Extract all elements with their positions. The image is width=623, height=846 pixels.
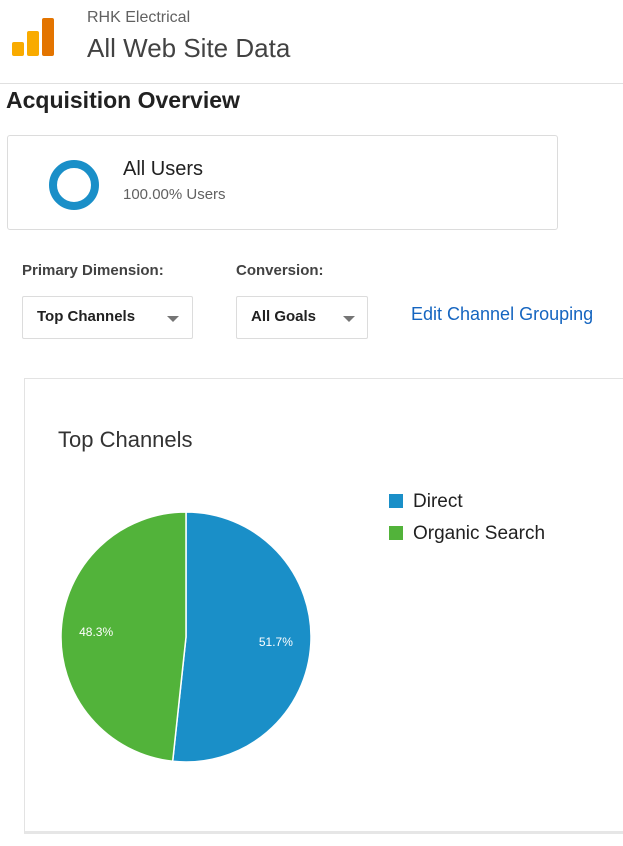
legend-swatch [389, 526, 403, 540]
conversion-label: Conversion: [236, 262, 324, 279]
conversion-dropdown[interactable]: All Goals [236, 296, 368, 339]
top-channels-chart-panel: Top Channels 51.7% 48.3% Direct Organic Se… [24, 378, 623, 834]
segment-ring-icon [49, 160, 99, 210]
view-name[interactable]: All Web Site Data [87, 33, 290, 64]
chevron-down-icon [343, 316, 355, 322]
edit-channel-grouping-link[interactable]: Edit Channel Grouping [411, 304, 593, 325]
chevron-down-icon [167, 316, 179, 322]
page-title: Acquisition Overview [6, 87, 240, 113]
property-header: RHK Electrical All Web Site Data [0, 0, 623, 84]
primary-dimension-label: Primary Dimension: [22, 262, 164, 279]
primary-dimension-dropdown[interactable]: Top Channels [22, 296, 193, 339]
analytics-bars-icon[interactable] [12, 18, 56, 56]
top-channels-pie-chart: 51.7% 48.3% [60, 511, 312, 763]
conversion-value: All Goals [251, 308, 317, 325]
legend-label: Organic Search [413, 523, 546, 544]
segment-card[interactable]: All Users 100.00% Users [7, 135, 558, 230]
segment-name: All Users [123, 158, 204, 180]
primary-dimension-value: Top Channels [37, 308, 136, 325]
chart-title: Top Channels [58, 427, 193, 452]
pie-slice-label: 48.3% [79, 625, 113, 639]
analytics-page: RHK Electrical All Web Site Data Acquisi… [0, 0, 623, 846]
pie-slice-label: 51.7% [259, 635, 293, 649]
legend-label: Direct [413, 491, 463, 512]
account-name[interactable]: RHK Electrical [87, 9, 190, 27]
legend-swatch [389, 494, 403, 508]
segment-share: 100.00% Users [123, 186, 226, 203]
